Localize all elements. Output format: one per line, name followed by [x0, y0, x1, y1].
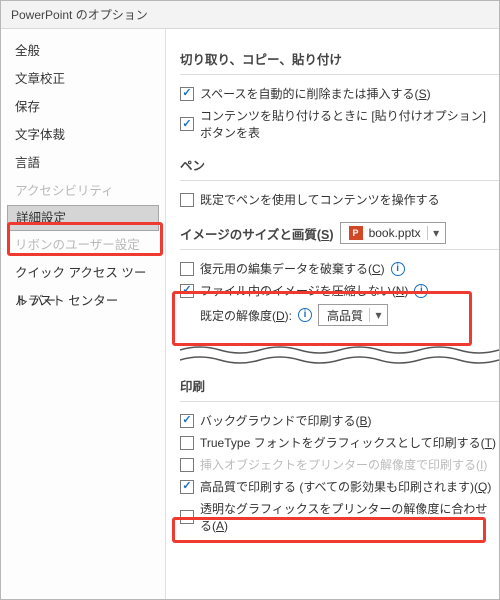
image-target-dropdown[interactable]: P book.pptx ▾ [340, 222, 446, 244]
sidebar-item-trust[interactable]: トラスト センター [1, 287, 165, 315]
checkbox-icon[interactable] [180, 193, 194, 207]
checkbox-icon[interactable] [180, 458, 194, 472]
checkbox-label: 透明なグラフィックスをプリンターの解像度に合わせる(A) [200, 500, 499, 534]
opt-print-transparent[interactable]: 透明なグラフィックスをプリンターの解像度に合わせる(A) [180, 500, 499, 534]
options-window: PowerPoint のオプション 全般 文章校正 保存 文字体裁 言語 アクセ… [0, 0, 500, 600]
checkbox-label: 高品質で印刷する (すべての影効果も印刷されます)(Q) [200, 478, 491, 495]
chevron-down-icon: ▾ [427, 226, 441, 240]
separator [180, 249, 499, 250]
opt-print-inserted[interactable]: 挿入オブジェクトをプリンターの解像度で印刷する(I) [180, 456, 499, 473]
separator [180, 74, 499, 75]
window-body: 全般 文章校正 保存 文字体裁 言語 アクセシビリティ 詳細設定 リボンのユーザ… [1, 29, 499, 599]
opt-default-resolution: 既定の解像度(D): i 高品質 ▾ [180, 304, 499, 326]
sidebar-item-language[interactable]: 言語 [1, 149, 165, 177]
section-break-icon [180, 344, 499, 366]
checkbox-icon[interactable] [180, 87, 194, 101]
checkbox-icon[interactable] [180, 117, 194, 131]
checkbox-label: TrueType フォントをグラフィックスとして印刷する(T) [200, 434, 496, 451]
checkbox-icon[interactable] [180, 510, 194, 524]
checkbox-label: ファイル内のイメージを圧縮しない(N) [200, 282, 408, 299]
checkbox-label: コンテンツを貼り付けるときに [貼り付けオプション] ボタンを表 [200, 107, 499, 141]
checkbox-label: スペースを自動的に削除または挿入する(S) [200, 85, 431, 102]
resolution-label: 既定の解像度(D): [200, 307, 292, 324]
opt-pen-default[interactable]: 既定でペンを使用してコンテンツを操作する [180, 191, 499, 208]
opt-paste-options[interactable]: コンテンツを貼り付けるときに [貼り付けオプション] ボタンを表 [180, 107, 499, 141]
section-title-pen: ペン [180, 155, 499, 174]
checkbox-icon[interactable] [180, 284, 194, 298]
section-title-image: イメージのサイズと画質(S) [180, 224, 334, 243]
sidebar-item-proofing[interactable]: 文章校正 [1, 65, 165, 93]
sidebar-item-accessibility[interactable]: アクセシビリティ [1, 177, 165, 205]
opt-print-truetype[interactable]: TrueType フォントをグラフィックスとして印刷する(T) [180, 434, 499, 451]
resolution-dropdown[interactable]: 高品質 ▾ [318, 304, 388, 326]
checkbox-icon[interactable] [180, 262, 194, 276]
checkbox-label: 復元用の編集データを破棄する(C) [200, 260, 385, 277]
checkbox-icon[interactable] [180, 436, 194, 450]
info-icon[interactable]: i [391, 262, 405, 276]
sidebar-item-qat[interactable]: クイック アクセス ツール バー [1, 259, 165, 287]
dropdown-value: book.pptx [369, 226, 421, 240]
window-title: PowerPoint のオプション [1, 1, 499, 29]
opt-discard-editdata[interactable]: 復元用の編集データを破棄する(C) i [180, 260, 499, 277]
sidebar-item-typography[interactable]: 文字体裁 [1, 121, 165, 149]
opt-print-background[interactable]: バックグラウンドで印刷する(B) [180, 412, 499, 429]
opt-no-compress[interactable]: ファイル内のイメージを圧縮しない(N) i [180, 282, 499, 299]
checkbox-label: 挿入オブジェクトをプリンターの解像度で印刷する(I) [200, 456, 487, 473]
sidebar-item-general[interactable]: 全般 [1, 37, 165, 65]
checkbox-icon[interactable] [180, 414, 194, 428]
checkbox-icon[interactable] [180, 480, 194, 494]
dropdown-value: 高品質 [327, 307, 363, 324]
sidebar-item-save[interactable]: 保存 [1, 93, 165, 121]
chevron-down-icon: ▾ [369, 308, 383, 322]
sidebar-item-ribbon[interactable]: リボンのユーザー設定 [1, 231, 165, 259]
checkbox-label: バックグラウンドで印刷する(B) [200, 412, 372, 429]
section-title-print: 印刷 [180, 376, 499, 395]
opt-print-highquality[interactable]: 高品質で印刷する (すべての影効果も印刷されます)(Q) [180, 478, 499, 495]
separator [180, 180, 499, 181]
sidebar-item-advanced[interactable]: 詳細設定 [7, 205, 159, 231]
info-icon[interactable]: i [414, 284, 428, 298]
checkbox-label: 既定でペンを使用してコンテンツを操作する [200, 191, 440, 208]
powerpoint-file-icon: P [349, 226, 363, 240]
content-pane: 切り取り、コピー、貼り付け スペースを自動的に削除または挿入する(S) コンテン… [166, 29, 499, 599]
sidebar: 全般 文章校正 保存 文字体裁 言語 アクセシビリティ 詳細設定 リボンのユーザ… [1, 29, 166, 599]
info-icon[interactable]: i [298, 308, 312, 322]
separator [180, 401, 499, 402]
section-title-cut: 切り取り、コピー、貼り付け [180, 49, 499, 68]
opt-smart-space[interactable]: スペースを自動的に削除または挿入する(S) [180, 85, 499, 102]
